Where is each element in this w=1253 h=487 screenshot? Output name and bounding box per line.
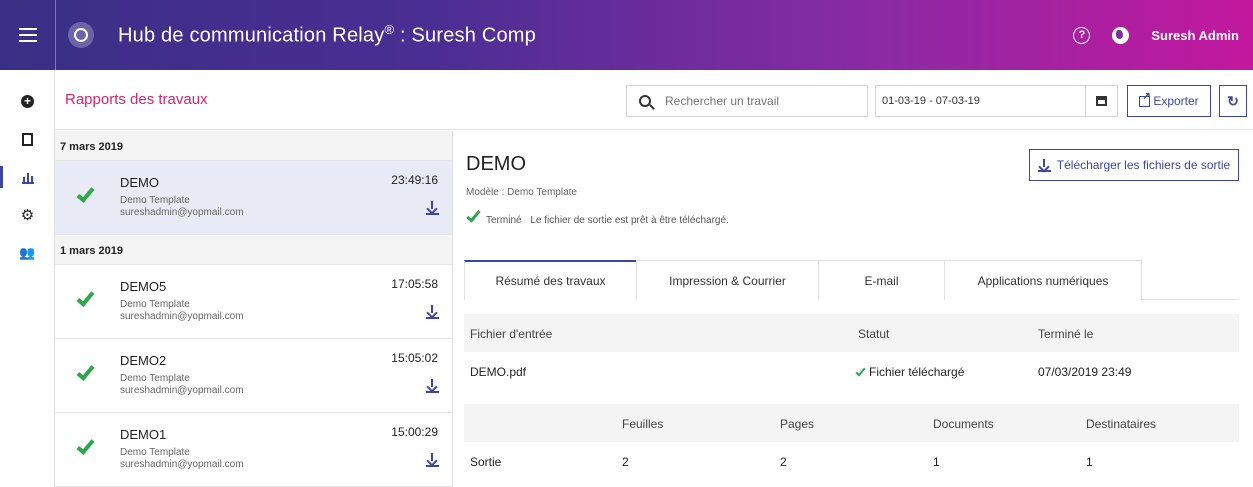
table-row: Sortie 2 2 1 1 bbox=[464, 442, 1239, 480]
job-time: 17:05:58 bbox=[391, 277, 438, 291]
tab-email[interactable]: E-mail bbox=[818, 260, 945, 300]
tab-summary[interactable]: Résumé des travaux bbox=[464, 260, 637, 300]
bar-chart-icon bbox=[21, 171, 34, 184]
download-output-button[interactable]: Télécharger les fichiers de sortie bbox=[1029, 149, 1239, 181]
job-time: 15:00:29 bbox=[391, 425, 438, 439]
detail-model: Modèle : Demo Template bbox=[466, 187, 577, 198]
job-email: sureshadmin@yopmail.com bbox=[120, 311, 244, 322]
file-status: Fichier téléchargé bbox=[855, 365, 964, 379]
column-header: Terminé le bbox=[1038, 327, 1094, 341]
nav-settings[interactable]: ⚙ bbox=[0, 196, 55, 234]
completed-date: 07/03/2019 23:49 bbox=[1038, 365, 1132, 379]
status-label: Terminé bbox=[486, 215, 522, 226]
globe-icon[interactable] bbox=[1112, 26, 1130, 44]
job-email: sureshadmin@yopmail.com bbox=[120, 207, 244, 218]
check-icon bbox=[75, 184, 95, 207]
nav-users[interactable]: 👥 bbox=[0, 234, 55, 272]
job-email: sureshadmin@yopmail.com bbox=[120, 459, 244, 470]
nav-rail: + ⚙ 👥 bbox=[0, 70, 55, 487]
top-bar: Hub de communication Relay® : Suresh Com… bbox=[0, 0, 1253, 70]
column-header: Statut bbox=[858, 327, 890, 341]
search-input[interactable] bbox=[665, 94, 855, 108]
help-icon[interactable]: ? bbox=[1073, 26, 1091, 44]
date-range-value: 01-03-19 - 07-03-19 bbox=[882, 95, 980, 107]
calendar-icon bbox=[1096, 96, 1107, 106]
row-label: Sortie bbox=[470, 455, 502, 469]
column-header: Destinataires bbox=[1086, 417, 1157, 431]
refresh-icon: ↻ bbox=[1227, 92, 1239, 109]
check-icon bbox=[75, 288, 95, 311]
job-item[interactable]: DEMO5 Demo Template sureshadmin@yopmail.… bbox=[55, 265, 452, 339]
external-link-icon bbox=[1139, 91, 1151, 107]
nav-templates[interactable] bbox=[0, 120, 55, 158]
download-icon[interactable] bbox=[426, 379, 439, 393]
column-header: Pages bbox=[780, 417, 815, 431]
documents-value: 1 bbox=[933, 455, 940, 469]
detail-status: Terminé Le fichier de sortie est prêt à … bbox=[486, 215, 729, 226]
download-icon[interactable] bbox=[426, 201, 439, 215]
sheets-value: 2 bbox=[622, 455, 629, 469]
job-detail: DEMO Modèle : Demo Template Terminé Le f… bbox=[454, 131, 1253, 487]
job-template: Demo Template bbox=[120, 195, 190, 206]
job-template: Demo Template bbox=[120, 299, 190, 310]
divider bbox=[55, 0, 56, 70]
check-icon bbox=[75, 362, 95, 385]
table-row: DEMO.pdf Fichier téléchargé 07/03/2019 2… bbox=[464, 352, 1239, 390]
column-header: Feuilles bbox=[622, 417, 664, 431]
download-icon[interactable] bbox=[426, 453, 439, 467]
job-list: 7 mars 2019 DEMO Demo Template sureshadm… bbox=[55, 131, 453, 487]
users-icon: 👥 bbox=[19, 245, 36, 260]
user-menu[interactable]: Suresh Admin bbox=[1151, 28, 1239, 43]
detail-tabs: Résumé des travaux Impression & Courrier… bbox=[464, 260, 1239, 300]
status-message: Le fichier de sortie est prêt à être tél… bbox=[530, 215, 729, 226]
add-circle-icon: + bbox=[21, 94, 34, 108]
nav-reports[interactable] bbox=[0, 158, 55, 196]
job-item[interactable]: DEMO2 Demo Template sureshadmin@yopmail.… bbox=[55, 339, 452, 413]
files-table-header: Fichier d'entrée Statut Terminé le bbox=[464, 314, 1239, 352]
column-header: Fichier d'entrée bbox=[470, 327, 553, 341]
job-name: DEMO bbox=[120, 175, 159, 190]
check-icon bbox=[855, 365, 866, 376]
input-file-name: DEMO.pdf bbox=[470, 365, 527, 379]
download-icon[interactable] bbox=[426, 305, 439, 319]
recipients-value: 1 bbox=[1086, 455, 1093, 469]
check-icon bbox=[466, 207, 482, 226]
pages-value: 2 bbox=[780, 455, 787, 469]
job-item[interactable]: DEMO Demo Template sureshadmin@yopmail.c… bbox=[55, 161, 452, 235]
page-title: Rapports des travaux bbox=[65, 91, 208, 108]
export-button[interactable]: Exporter bbox=[1127, 85, 1211, 117]
refresh-button[interactable]: ↻ bbox=[1219, 85, 1247, 117]
job-time: 23:49:16 bbox=[391, 173, 438, 187]
stats-table-header: Feuilles Pages Documents Destinataires bbox=[464, 404, 1239, 442]
job-name: DEMO2 bbox=[120, 353, 167, 368]
tab-print-mail[interactable]: Impression & Courrier bbox=[636, 260, 819, 300]
job-template: Demo Template bbox=[120, 447, 190, 458]
gear-icon: ⚙ bbox=[20, 206, 35, 224]
job-name: DEMO5 bbox=[120, 279, 167, 294]
document-icon bbox=[22, 132, 33, 146]
tab-digital-apps[interactable]: Applications numériques bbox=[944, 260, 1142, 300]
menu-icon[interactable] bbox=[0, 0, 55, 70]
column-header: Documents bbox=[933, 417, 994, 431]
date-group-header: 7 mars 2019 bbox=[55, 131, 452, 161]
job-item[interactable]: DEMO1 Demo Template sureshadmin@yopmail.… bbox=[55, 413, 452, 487]
search-box[interactable] bbox=[626, 85, 868, 117]
search-icon bbox=[639, 95, 651, 107]
download-output-label: Télécharger les fichiers de sortie bbox=[1056, 158, 1231, 172]
relay-logo-icon bbox=[68, 22, 94, 48]
nav-new-job[interactable]: + bbox=[0, 82, 55, 120]
date-range-field[interactable]: 01-03-19 - 07-03-19 bbox=[875, 85, 1118, 117]
calendar-button[interactable] bbox=[1085, 86, 1117, 116]
check-icon bbox=[75, 436, 95, 459]
sub-header: Rapports des travaux 01-03-19 - 07-03-19… bbox=[55, 70, 1253, 130]
download-icon bbox=[1037, 158, 1051, 172]
job-name: DEMO1 bbox=[120, 427, 167, 442]
app-title: Hub de communication Relay® : Suresh Com… bbox=[118, 22, 536, 47]
job-time: 15:05:02 bbox=[391, 351, 438, 365]
date-group-header: 1 mars 2019 bbox=[55, 235, 452, 265]
export-label: Exporter bbox=[1153, 94, 1199, 108]
detail-title: DEMO bbox=[466, 153, 526, 175]
job-template: Demo Template bbox=[120, 373, 190, 384]
job-email: sureshadmin@yopmail.com bbox=[120, 385, 244, 396]
